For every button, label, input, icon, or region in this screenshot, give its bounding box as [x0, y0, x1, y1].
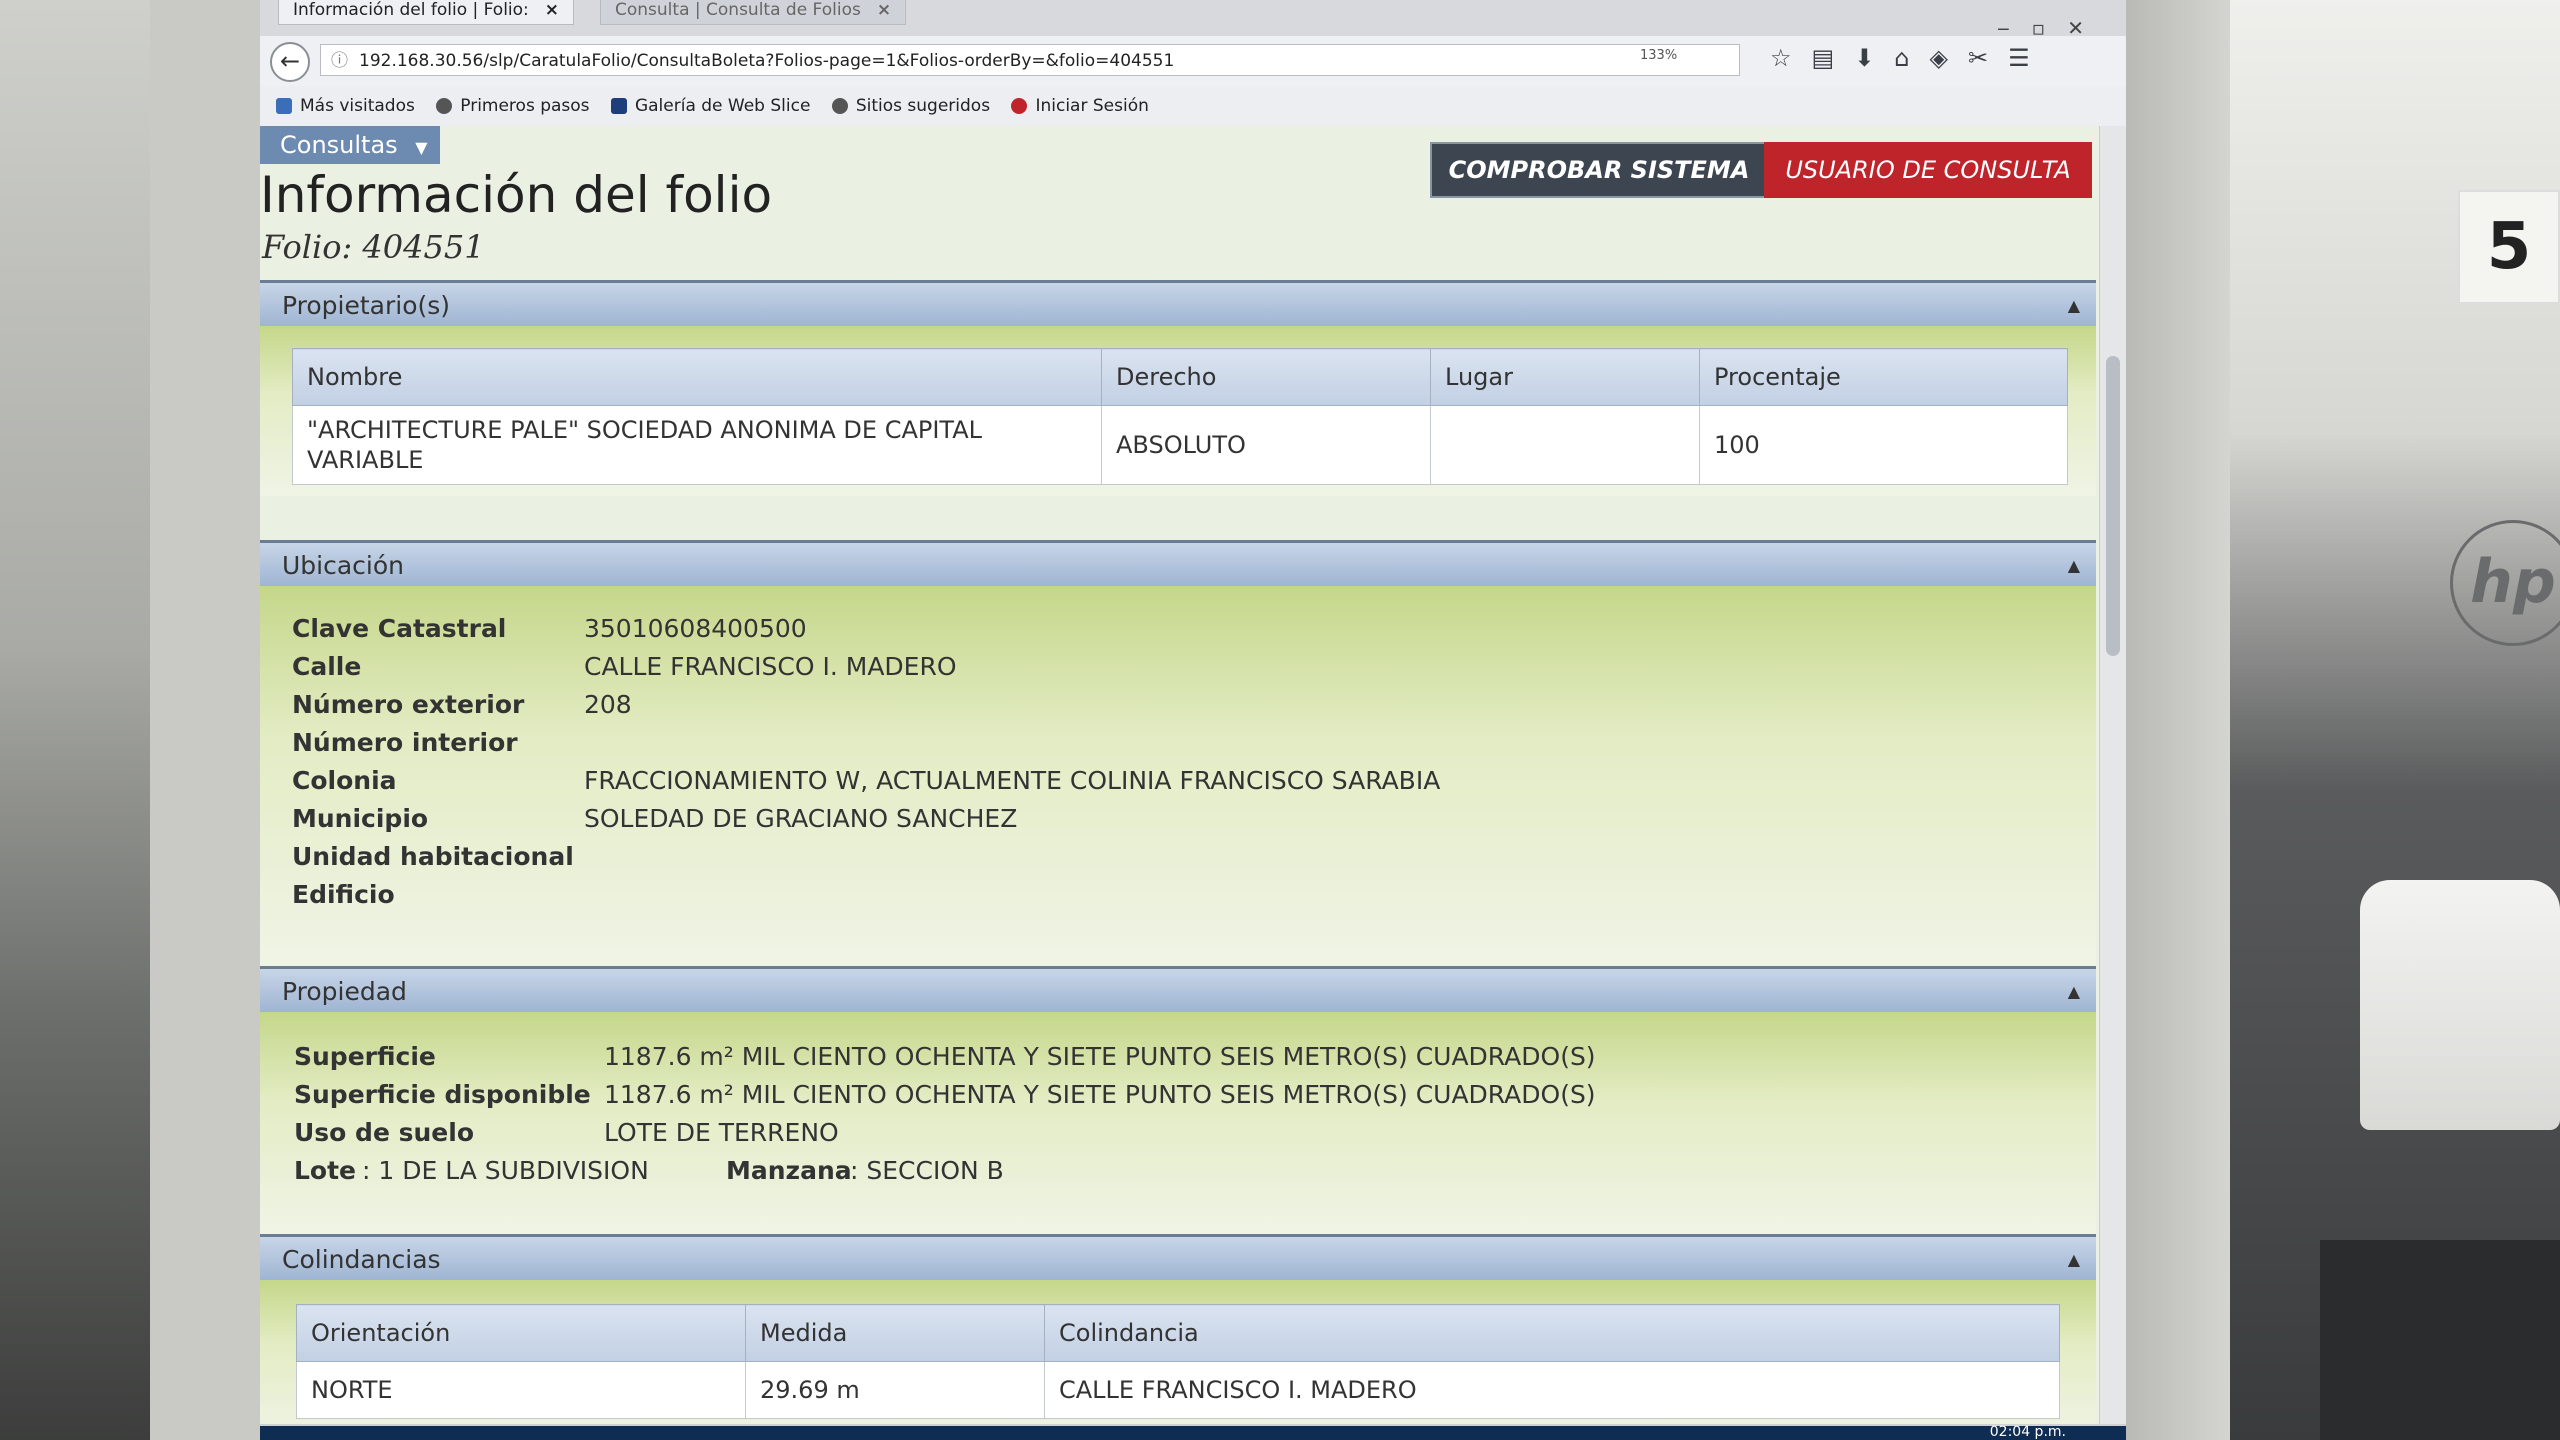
cell-colindancia: CALLE FRANCISCO I. MADERO [1044, 1361, 2060, 1419]
manzana-label: Manzana [726, 1156, 852, 1185]
field-value: 35010608400500 [584, 614, 807, 643]
section-title: Colindancias [282, 1245, 441, 1274]
close-icon[interactable]: × [545, 0, 559, 20]
zoom-level[interactable]: 133% [1640, 48, 1677, 63]
bookmark-primeros-pasos[interactable]: Primeros pasos [436, 96, 590, 116]
ubicacion-fields: Clave Catastral 35010608400500 Calle CAL… [292, 614, 2052, 954]
chevron-down-icon: ▼ [415, 138, 428, 157]
lote-label: Lote [294, 1156, 357, 1185]
field-label: Edificio [292, 880, 395, 909]
column-header[interactable]: Nombre [292, 348, 1102, 406]
column-header[interactable]: Derecho [1101, 348, 1431, 406]
propiedad-header[interactable]: Propiedad ▲ [260, 966, 2096, 1012]
collapse-icon[interactable]: ▲ [2068, 969, 2080, 1015]
comprobar-sistema-button[interactable]: COMPROBAR SISTEMA [1430, 142, 1768, 198]
vertical-scrollbar[interactable] [2099, 126, 2126, 1440]
monitor-screen: Información del folio | Folio: × Consulta… [260, 0, 2126, 1440]
desk-lamp [2360, 880, 2560, 1130]
consultas-label: Consultas [280, 131, 398, 159]
propiedad-body: Superficie 1187.6 m² MIL CIENTO OCHENTA … [260, 1012, 2096, 1234]
tab-consulta-folios[interactable]: Consulta | Consulta de Folios × [600, 0, 907, 25]
colindancias-body: Orientación Medida Colindancia NORTE 29.… [260, 1280, 2096, 1440]
monitor-bezel-right [2126, 0, 2230, 1440]
tab-label: Información del folio | Folio: [293, 0, 529, 20]
counter-sticker: 5 [2458, 190, 2560, 304]
ubicacion-body: Clave Catastral 35010608400500 Calle CAL… [260, 586, 2096, 966]
ubicacion-header[interactable]: Ubicación ▲ [260, 540, 2096, 586]
close-icon[interactable]: × [877, 0, 891, 20]
collapse-icon[interactable]: ▲ [2068, 543, 2080, 589]
info-icon: ⓘ [331, 51, 348, 71]
scrollbar-thumb[interactable] [2106, 356, 2120, 656]
page-title: Información del folio [260, 166, 773, 224]
page-content: Consultas ▼ COMPROBAR SISTEMA USUARIO DE… [260, 126, 2100, 1440]
office-wall-left [0, 0, 160, 1440]
propiedad-fields: Superficie 1187.6 m² MIL CIENTO OCHENTA … [294, 1042, 2054, 1222]
propietarios-body: Nombre Derecho Lugar Procentaje "ARCHITE… [260, 326, 2096, 496]
field-label: Uso de suelo [294, 1118, 474, 1147]
pc-tower [2320, 1240, 2560, 1440]
field-label: Calle [292, 652, 362, 681]
bookmark-web-slice[interactable]: Galería de Web Slice [610, 96, 810, 116]
section-title: Ubicación [282, 551, 405, 580]
colindancias-header[interactable]: Colindancias ▲ [260, 1234, 2096, 1280]
bookmark-sitios-sugeridos[interactable]: Sitios sugeridos [831, 96, 990, 116]
folio-number: Folio: 404551 [262, 228, 485, 266]
field-label: Superficie disponible [294, 1080, 591, 1109]
field-value: LOTE DE TERRENO [604, 1118, 839, 1147]
column-header[interactable]: Colindancia [1044, 1304, 2060, 1362]
toolbar-icons[interactable]: ☆▤⬇⌂◈✂☰ [1770, 44, 2050, 72]
tab-label: Consulta | Consulta de Folios [615, 0, 861, 20]
field-label: Clave Catastral [292, 614, 507, 643]
colindancias-table: Orientación Medida Colindancia NORTE 29.… [296, 1304, 2060, 1419]
field-label: Colonia [292, 766, 397, 795]
field-label: Número interior [292, 728, 518, 757]
nav-bar: ← ⓘ 192.168.30.56/slp/CaratulaFolio/Cons… [260, 36, 2126, 87]
field-value: CALLE FRANCISCO I. MADERO [584, 652, 957, 681]
field-value: SOLEDAD DE GRACIANO SANCHEZ [584, 804, 1018, 833]
propietarios-header[interactable]: Propietario(s) ▲ [260, 280, 2096, 326]
field-value: 1187.6 m² MIL CIENTO OCHENTA Y SIETE PUN… [604, 1042, 1596, 1071]
tab-informacion-folio[interactable]: Información del folio | Folio: × [278, 0, 575, 25]
field-label: Superficie [294, 1042, 436, 1071]
field-value: 1187.6 m² MIL CIENTO OCHENTA Y SIETE PUN… [604, 1080, 1596, 1109]
field-value: FRACCIONAMIENTO W, ACTUALMENTE COLINIA F… [584, 766, 1441, 795]
url-text: 192.168.30.56/slp/CaratulaFolio/Consulta… [359, 51, 1175, 71]
column-header[interactable]: Medida [745, 1304, 1045, 1362]
consultas-menu[interactable]: Consultas ▼ [260, 126, 440, 164]
cell-medida: 29.69 m [745, 1361, 1045, 1419]
back-arrow-icon[interactable]: ← [270, 42, 310, 82]
field-value: 208 [584, 690, 632, 719]
cell-nombre: "ARCHITECTURE PALE" SOCIEDAD ANONIMA DE … [292, 405, 1102, 485]
bookmarks-bar: Más visitados Primeros pasos Galería de … [260, 86, 2126, 126]
field-label: Unidad habitacional [292, 842, 574, 871]
usuario-consulta-button[interactable]: USUARIO DE CONSULTA [1764, 142, 2092, 198]
cell-derecho: ABSOLUTO [1101, 405, 1431, 485]
taskbar-clock: 02:04 p.m. [1989, 1424, 2066, 1440]
field-label: Municipio [292, 804, 429, 833]
collapse-icon[interactable]: ▲ [2068, 283, 2080, 329]
tab-bar: Información del folio | Folio: × Consulta… [260, 0, 2126, 40]
table-header-row: Nombre Derecho Lugar Procentaje [292, 348, 2068, 406]
cell-porcentaje: 100 [1699, 405, 2068, 485]
url-bar[interactable]: ⓘ 192.168.30.56/slp/CaratulaFolio/Consul… [320, 44, 1740, 76]
cell-orientacion: NORTE [296, 1361, 746, 1419]
column-header[interactable]: Orientación [296, 1304, 746, 1362]
collapse-icon[interactable]: ▲ [2068, 1237, 2080, 1283]
section-title: Propietario(s) [282, 291, 451, 320]
table-row: NORTE 29.69 m CALLE FRANCISCO I. MADERO [296, 1361, 2060, 1419]
propietarios-table: Nombre Derecho Lugar Procentaje "ARCHITE… [292, 348, 2068, 485]
taskbar: 02:04 p.m. [260, 1424, 2126, 1440]
table-header-row: Orientación Medida Colindancia [296, 1304, 2060, 1362]
cell-lugar [1430, 405, 1700, 485]
section-title: Propiedad [282, 977, 407, 1006]
bookmark-mas-visitados[interactable]: Más visitados [276, 96, 415, 116]
lote-value: : 1 DE LA SUBDIVISION [362, 1156, 649, 1185]
column-header[interactable]: Procentaje [1699, 348, 2068, 406]
table-row: "ARCHITECTURE PALE" SOCIEDAD ANONIMA DE … [292, 405, 2068, 485]
manzana-value: : SECCION B [850, 1156, 1004, 1185]
column-header[interactable]: Lugar [1430, 348, 1700, 406]
field-label: Número exterior [292, 690, 525, 719]
bookmark-iniciar-sesion[interactable]: Iniciar Sesión [1011, 96, 1149, 116]
